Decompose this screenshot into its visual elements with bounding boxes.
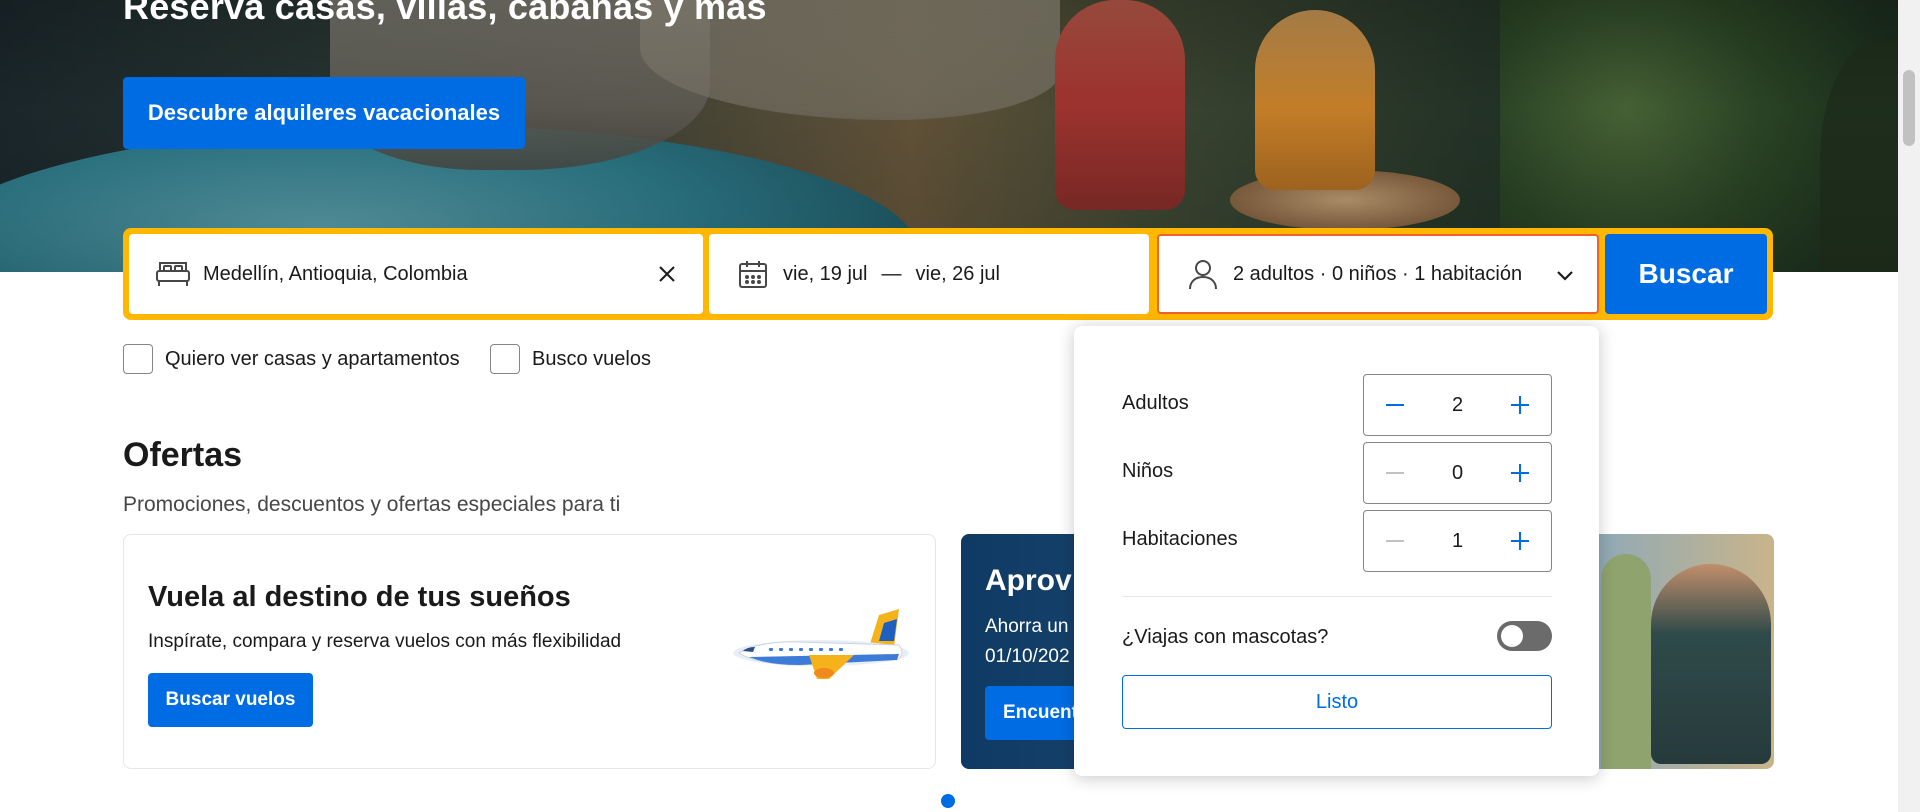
calendar-icon bbox=[733, 254, 773, 294]
pets-label: ¿Viajas con mascotas? bbox=[1122, 626, 1329, 648]
toggle-knob bbox=[1501, 625, 1523, 647]
guests-dropdown: Adultos 2 Niños 0 Habitaciones 1 ¿Viajas… bbox=[1074, 326, 1599, 776]
scrollbar-thumb[interactable] bbox=[1903, 70, 1915, 146]
homes-checkbox[interactable]: Quiero ver casas y apartamentos bbox=[123, 344, 460, 374]
adults-row: Adultos 2 bbox=[1122, 374, 1552, 436]
children-row: Niños 0 bbox=[1122, 442, 1552, 504]
adults-value: 2 bbox=[1451, 393, 1464, 416]
search-button[interactable]: Buscar bbox=[1605, 234, 1767, 314]
search-bar: Medellín, Antioquia, Colombia vie, 19 ju… bbox=[123, 228, 1773, 320]
destination-value: Medellín, Antioquia, Colombia bbox=[203, 262, 468, 285]
rooms-row: Habitaciones 1 bbox=[1122, 510, 1552, 572]
minus-icon[interactable] bbox=[1364, 443, 1426, 503]
checkin-date: vie, 19 jul bbox=[783, 262, 868, 285]
pets-toggle[interactable] bbox=[1497, 621, 1552, 651]
checkout-date: vie, 26 jul bbox=[915, 262, 1001, 285]
offer-card-title: Vuela al destino de tus sueños bbox=[148, 581, 571, 613]
bed-icon bbox=[153, 254, 193, 294]
divider bbox=[1122, 596, 1552, 597]
adults-stepper: 2 bbox=[1363, 374, 1552, 436]
children-value: 0 bbox=[1451, 461, 1464, 484]
clear-destination-icon[interactable] bbox=[649, 256, 685, 292]
rooms-stepper: 1 bbox=[1363, 510, 1552, 572]
homes-checkbox-label: Quiero ver casas y apartamentos bbox=[165, 347, 460, 370]
offers-subtitle: Promociones, descuentos y ofertas especi… bbox=[123, 493, 621, 516]
chevron-down-icon[interactable] bbox=[1551, 262, 1579, 290]
adults-label: Adultos bbox=[1122, 392, 1189, 414]
checkbox-box[interactable] bbox=[123, 344, 153, 374]
offer-card-description: Inspírate, compara y reserva vuelos con … bbox=[148, 631, 622, 652]
destination-field[interactable]: Medellín, Antioquia, Colombia bbox=[129, 234, 703, 314]
rooms-label: Habitaciones bbox=[1122, 528, 1238, 550]
promo-person-image bbox=[1651, 564, 1771, 764]
dates-field[interactable]: vie, 19 jul — vie, 26 jul bbox=[709, 234, 1149, 314]
date-separator: — bbox=[881, 262, 902, 285]
plus-icon[interactable] bbox=[1489, 443, 1551, 503]
rooms-value: 1 bbox=[1451, 529, 1464, 552]
airplane-illustration-icon bbox=[733, 609, 909, 679]
person-icon bbox=[1183, 254, 1223, 294]
minus-icon[interactable] bbox=[1364, 375, 1426, 435]
guests-summary: 2 adultos · 0 niños · 1 habitación bbox=[1233, 262, 1523, 285]
flights-checkbox-label: Busco vuelos bbox=[532, 347, 651, 370]
search-flights-button[interactable]: Buscar vuelos bbox=[148, 673, 313, 727]
page-scrollbar[interactable] bbox=[1898, 0, 1920, 812]
plus-icon[interactable] bbox=[1489, 511, 1551, 571]
offers-heading: Ofertas bbox=[123, 436, 243, 474]
plus-icon[interactable] bbox=[1489, 375, 1551, 435]
discover-rentals-button[interactable]: Descubre alquileres vacacionales bbox=[123, 77, 525, 149]
offer-card-flights[interactable]: Vuela al destino de tus sueños Inspírate… bbox=[123, 534, 936, 769]
children-stepper: 0 bbox=[1363, 442, 1552, 504]
offer-card-title: Aprov bbox=[985, 564, 1072, 597]
flights-checkbox[interactable]: Busco vuelos bbox=[490, 344, 651, 374]
guests-field[interactable]: 2 adultos · 0 niños · 1 habitación bbox=[1157, 234, 1599, 314]
children-label: Niños bbox=[1122, 460, 1174, 482]
surfboard-image bbox=[1601, 554, 1651, 769]
hero-title: Reserva casas, villas, cabañas y más bbox=[123, 0, 767, 27]
minus-icon[interactable] bbox=[1364, 511, 1426, 571]
checkbox-box[interactable] bbox=[490, 344, 520, 374]
done-button[interactable]: Listo bbox=[1122, 675, 1552, 729]
carousel-dot-active[interactable] bbox=[941, 794, 955, 808]
